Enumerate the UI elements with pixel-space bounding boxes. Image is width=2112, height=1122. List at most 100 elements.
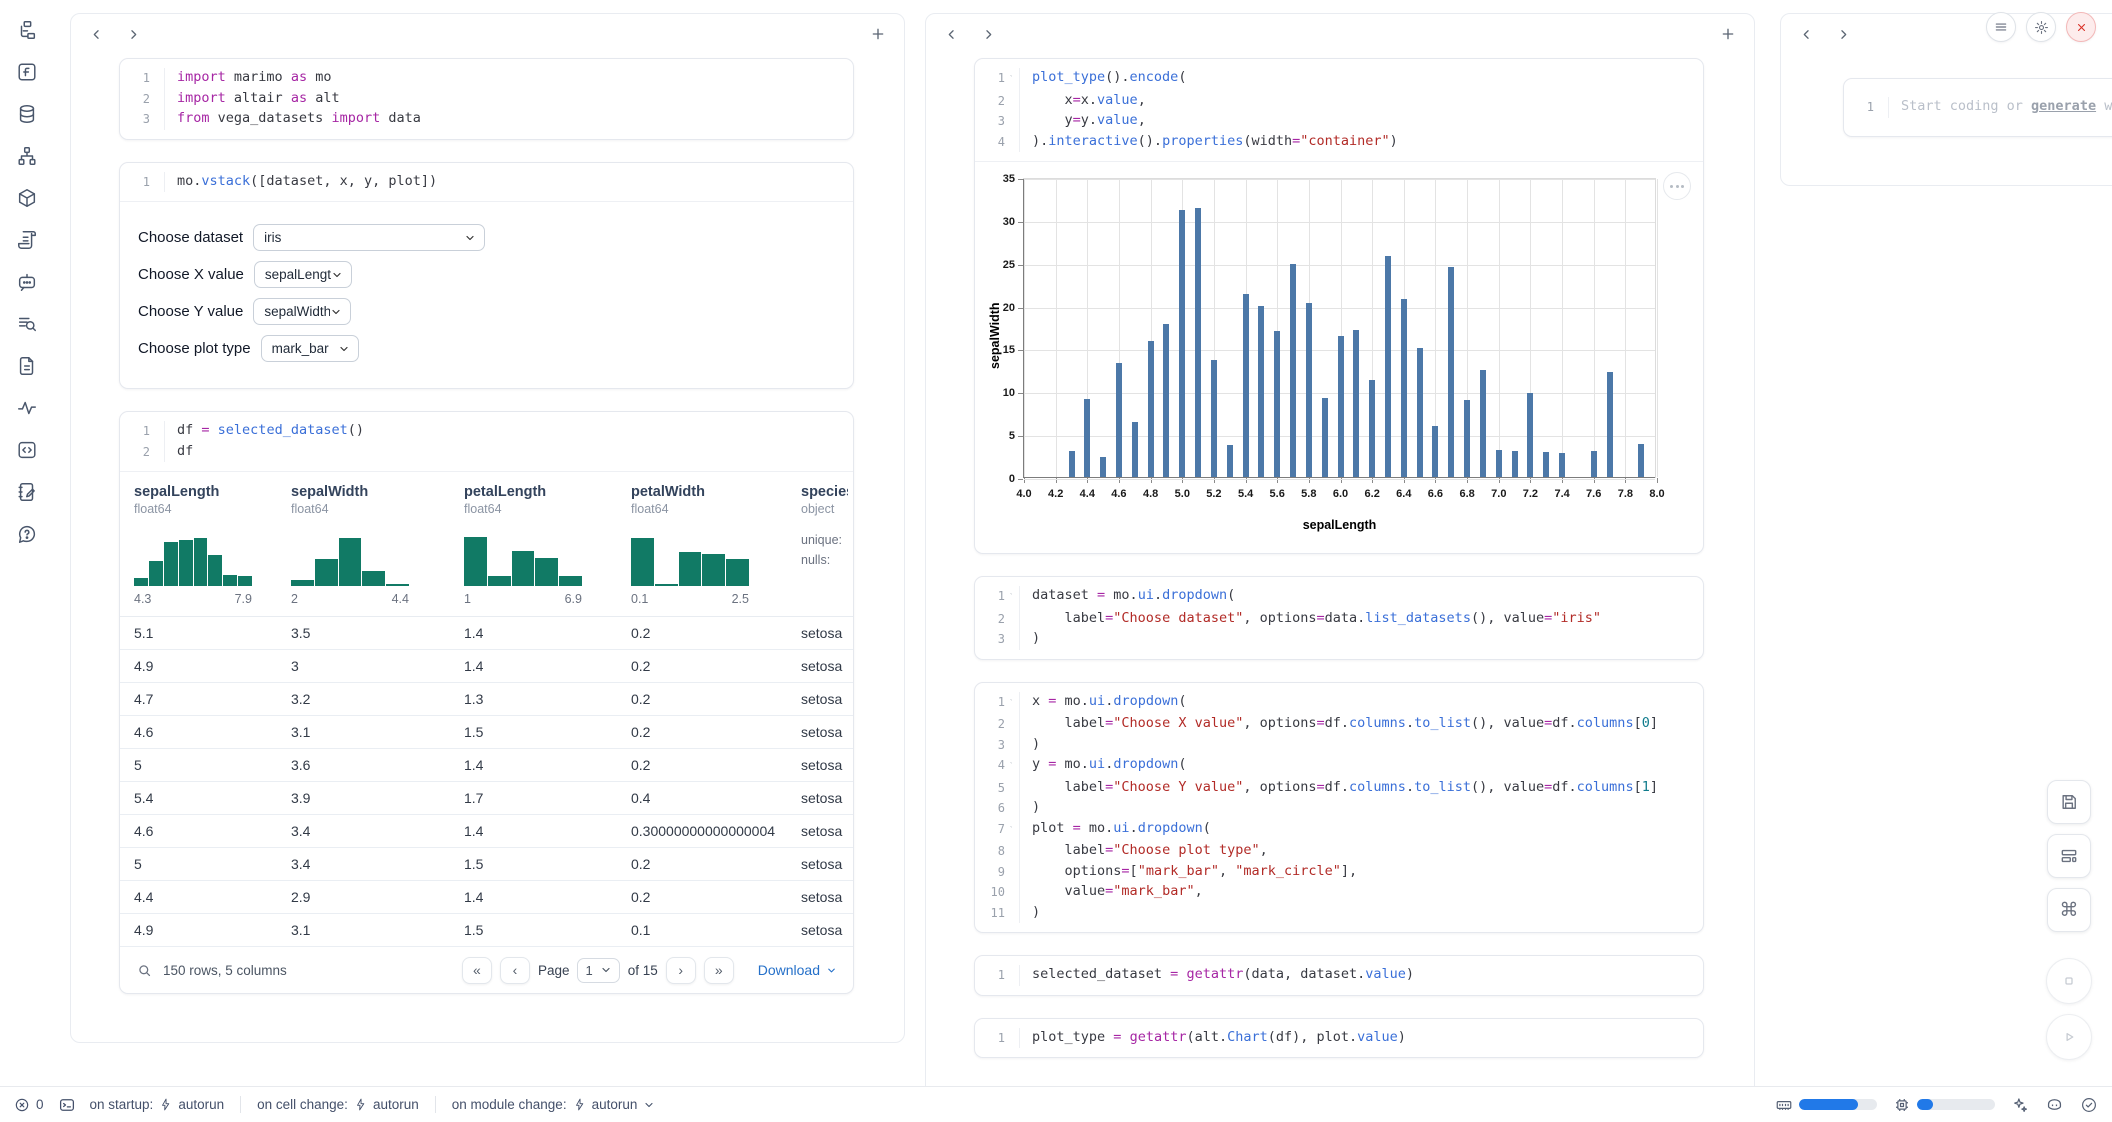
y-value-dropdown[interactable]: sepalWidth bbox=[253, 298, 351, 325]
column-right-icon[interactable] bbox=[126, 27, 141, 42]
fold-icon[interactable]: ˋ bbox=[1005, 755, 1018, 778]
code-cell-xy-dropdowns[interactable]: 1ˋx = mo.ui.dropdown(2 label="Choose X v… bbox=[974, 682, 1704, 934]
keyboard-shortcuts-icon[interactable]: ⌘ bbox=[2047, 888, 2091, 932]
code-line[interactable]: 2 label="Choose dataset", options=data.l… bbox=[975, 609, 1689, 630]
code-line[interactable]: 7ˋplot = mo.ui.dropdown( bbox=[975, 819, 1689, 842]
outline-icon[interactable] bbox=[13, 310, 41, 338]
code-line[interactable]: 3) bbox=[975, 629, 1689, 650]
terminal-icon[interactable] bbox=[58, 1096, 76, 1114]
dependencies-icon[interactable] bbox=[13, 142, 41, 170]
empty-code-cell[interactable]: 1 Start coding or generate with AI bbox=[1843, 78, 2112, 137]
fold-icon[interactable]: ˋ bbox=[1005, 819, 1018, 842]
autorun-setting[interactable]: on module change:autorun bbox=[452, 1097, 656, 1112]
run-play-icon[interactable] bbox=[2046, 1014, 2092, 1060]
altair-chart[interactable]: 4.04.24.44.64.85.05.25.45.65.86.06.26.46… bbox=[975, 161, 1703, 553]
code-editor-placeholder[interactable]: Start coding or generate with AI bbox=[1888, 97, 2112, 118]
code-line[interactable]: 1ˋplot_type().encode( bbox=[975, 68, 1689, 91]
column-header-species[interactable]: speciesobjectunique:nulls: bbox=[787, 484, 848, 606]
add-cell-icon[interactable] bbox=[870, 26, 886, 42]
code-line[interactable]: 2df bbox=[120, 442, 839, 463]
table-row[interactable]: 5.43.91.70.4setosa bbox=[120, 782, 853, 815]
datasources-icon[interactable] bbox=[13, 100, 41, 128]
last-page-button[interactable]: » bbox=[704, 957, 734, 984]
add-cell-icon[interactable] bbox=[1720, 26, 1736, 42]
autorun-setting[interactable]: on cell change:autorun bbox=[257, 1097, 419, 1112]
logs-icon[interactable] bbox=[13, 226, 41, 254]
stop-icon[interactable] bbox=[2046, 958, 2092, 1004]
chat-icon[interactable] bbox=[13, 268, 41, 296]
snippets-icon[interactable] bbox=[13, 352, 41, 380]
code-cell-plot-type[interactable]: 1plot_type = getattr(alt.Chart(df), plot… bbox=[974, 1018, 1704, 1059]
code-line[interactable]: 2 x=x.value, bbox=[975, 91, 1689, 112]
code-line[interactable]: 1ˋdataset = mo.ui.dropdown( bbox=[975, 586, 1689, 609]
page-select[interactable]: 1 bbox=[577, 958, 619, 983]
x-value-dropdown[interactable]: sepalLength bbox=[254, 261, 352, 288]
code-line[interactable]: 4).interactive().properties(width="conta… bbox=[975, 132, 1689, 153]
settings-gear-icon[interactable] bbox=[2026, 12, 2056, 42]
prev-page-button[interactable]: ‹ bbox=[500, 957, 530, 984]
code-cell-dataframe[interactable]: 1df = selected_dataset()2df sepalLengthf… bbox=[119, 411, 854, 994]
scratchpad-icon[interactable] bbox=[13, 436, 41, 464]
table-row[interactable]: 4.63.11.50.2setosa bbox=[120, 716, 853, 749]
autorun-setting[interactable]: on startup:autorun bbox=[90, 1097, 225, 1112]
column-right-icon[interactable] bbox=[1836, 27, 1851, 42]
connection-status-icon[interactable] bbox=[2080, 1096, 2098, 1114]
errors-indicator[interactable]: 0 bbox=[14, 1097, 44, 1113]
plot-type-dropdown[interactable]: mark_bar bbox=[261, 335, 359, 362]
help-icon[interactable] bbox=[13, 520, 41, 548]
column-header-petalWidth[interactable]: petalWidthfloat640.12.5 bbox=[617, 484, 787, 606]
table-row[interactable]: 4.73.21.30.2setosa bbox=[120, 683, 853, 716]
code-line[interactable]: 1import marimo as mo bbox=[120, 68, 839, 89]
code-cell-vstack[interactable]: 1mo.vstack([dataset, x, y, plot]) Choose… bbox=[119, 162, 854, 390]
function-panel-icon[interactable] bbox=[13, 58, 41, 86]
next-page-button[interactable]: › bbox=[666, 957, 696, 984]
code-line[interactable]: 11) bbox=[975, 903, 1689, 924]
memory-usage[interactable] bbox=[1775, 1096, 1877, 1114]
code-line[interactable]: 6) bbox=[975, 798, 1689, 819]
first-page-button[interactable]: « bbox=[462, 957, 492, 984]
fold-icon[interactable]: ˋ bbox=[1005, 692, 1018, 715]
table-row[interactable]: 5.13.51.40.2setosa bbox=[120, 617, 853, 650]
column-header-petalLength[interactable]: petalLengthfloat6416.9 bbox=[450, 484, 617, 606]
code-line[interactable]: 4ˋy = mo.ui.dropdown( bbox=[975, 755, 1689, 778]
table-row[interactable]: 53.61.40.2setosa bbox=[120, 749, 853, 782]
shutdown-close-icon[interactable] bbox=[2066, 12, 2096, 42]
code-cell-selected-dataset[interactable]: 1selected_dataset = getattr(data, datase… bbox=[974, 955, 1704, 996]
table-row[interactable]: 4.93.11.50.1setosa bbox=[120, 914, 853, 947]
save-icon[interactable] bbox=[2047, 780, 2091, 824]
code-line[interactable]: 9 options=["mark_bar", "mark_circle"], bbox=[975, 862, 1689, 883]
generate-with-ai-link[interactable]: generate bbox=[2031, 98, 2096, 114]
chart-plot-area[interactable]: 4.04.24.44.64.85.05.25.45.65.86.06.26.46… bbox=[1023, 178, 1656, 478]
code-line[interactable]: 1mo.vstack([dataset, x, y, plot]) bbox=[120, 172, 839, 193]
code-line[interactable]: 5 label="Choose Y value", options=df.col… bbox=[975, 778, 1689, 799]
table-row[interactable]: 4.42.91.40.2setosa bbox=[120, 881, 853, 914]
code-line[interactable]: 1ˋx = mo.ui.dropdown( bbox=[975, 692, 1689, 715]
fold-icon[interactable]: ˋ bbox=[1005, 586, 1018, 609]
code-line[interactable]: 1plot_type = getattr(alt.Chart(df), plot… bbox=[975, 1028, 1689, 1049]
search-icon[interactable] bbox=[136, 962, 153, 979]
table-row[interactable]: 53.41.50.2setosa bbox=[120, 848, 853, 881]
packages-icon[interactable] bbox=[13, 184, 41, 212]
copilot-icon[interactable] bbox=[2045, 1095, 2064, 1114]
code-line[interactable]: 1selected_dataset = getattr(data, datase… bbox=[975, 965, 1689, 986]
column-left-icon[interactable] bbox=[1799, 27, 1814, 42]
column-right-icon[interactable] bbox=[981, 27, 996, 42]
file-tree-icon[interactable] bbox=[13, 16, 41, 44]
table-row[interactable]: 4.931.40.2setosa bbox=[120, 650, 853, 683]
code-line[interactable]: 2import altair as alt bbox=[120, 89, 839, 110]
table-row[interactable]: 4.63.41.40.30000000000000004setosa bbox=[120, 815, 853, 848]
dataset-dropdown[interactable]: iris bbox=[253, 224, 485, 251]
code-line[interactable]: 1df = selected_dataset() bbox=[120, 421, 839, 442]
code-line[interactable]: 3 y=y.value, bbox=[975, 111, 1689, 132]
chart-menu-icon[interactable] bbox=[1663, 172, 1691, 200]
column-left-icon[interactable] bbox=[89, 27, 104, 42]
code-line[interactable]: 3) bbox=[975, 735, 1689, 756]
code-line[interactable]: 8 label="Choose plot type", bbox=[975, 841, 1689, 862]
layout-grid-icon[interactable] bbox=[2047, 834, 2091, 878]
column-header-sepalWidth[interactable]: sepalWidthfloat6424.4 bbox=[277, 484, 450, 606]
fold-icon[interactable]: ˋ bbox=[1005, 68, 1018, 91]
cpu-usage[interactable] bbox=[1893, 1096, 1995, 1114]
code-cell-imports[interactable]: 1import marimo as mo2import altair as al… bbox=[119, 58, 854, 140]
code-line[interactable]: 10 value="mark_bar", bbox=[975, 882, 1689, 903]
code-line[interactable]: 3from vega_datasets import data bbox=[120, 109, 839, 130]
